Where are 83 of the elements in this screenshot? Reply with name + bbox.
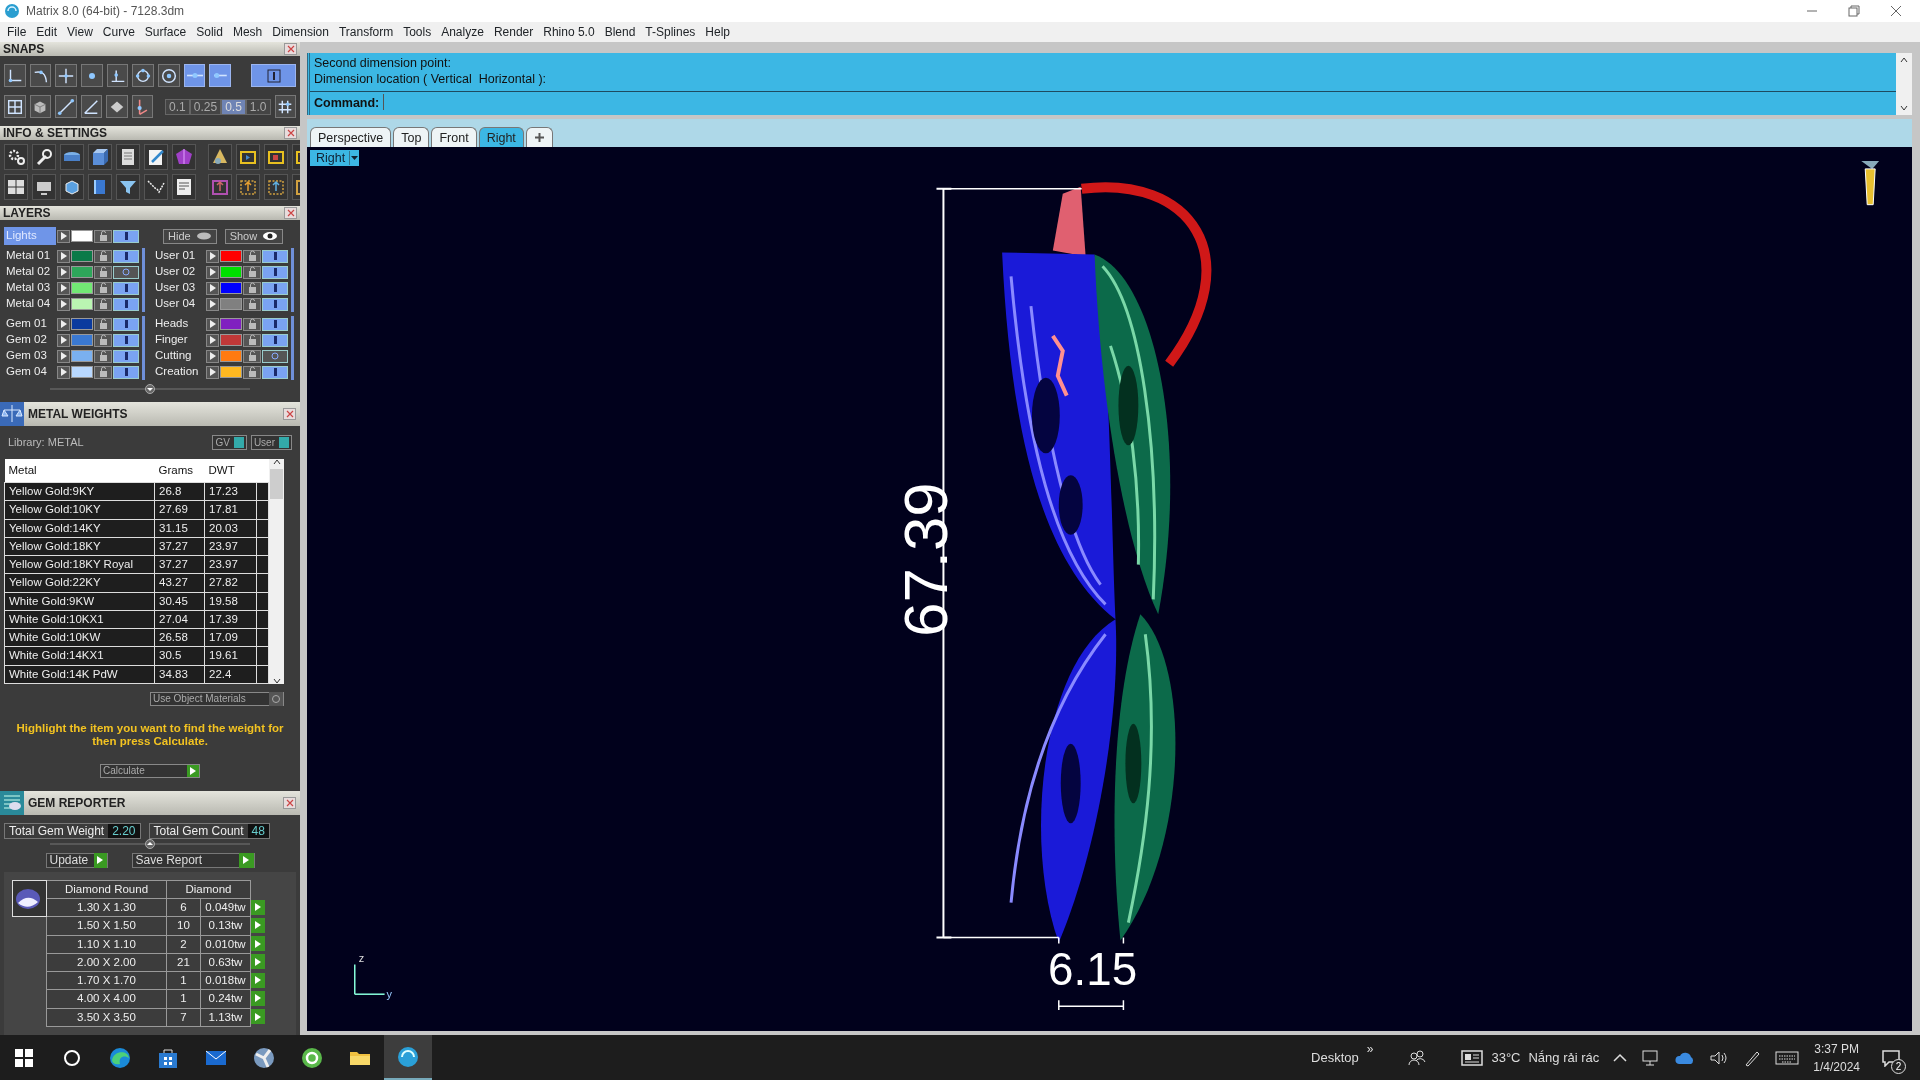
menu-item[interactable]: Rhino 5.0 — [538, 23, 600, 41]
layer-name[interactable]: Metal 01 — [4, 247, 56, 265]
layer-name[interactable]: User 02 — [153, 263, 205, 281]
table-cell: Yellow Gold:9KY — [4, 482, 155, 501]
command-history-line: Dimension location ( Vertical Horizontal ): — [314, 71, 548, 87]
clock-date[interactable]: 1/4/2024 — [1813, 1057, 1860, 1076]
menu-item[interactable]: Solid — [191, 23, 228, 41]
menu-item[interactable]: Render — [488, 23, 539, 41]
hint-text: Highlight the item you want to find the weight for then press Calculate. — [16, 721, 284, 748]
axis-label: z — [358, 952, 365, 965]
layer-name[interactable]: Heads — [153, 315, 205, 333]
layer-name[interactable]: Metal 03 — [4, 279, 56, 297]
menu-item[interactable]: Edit — [31, 23, 63, 41]
command-prompt: Command: — [314, 95, 380, 113]
layer-name[interactable]: Metal 04 — [4, 295, 56, 313]
command-history-line: Second dimension point: — [314, 55, 452, 71]
calculate-button[interactable]: Calculate — [100, 763, 200, 778]
panel-title: LAYERS — [3, 205, 52, 222]
layer-name[interactable]: Creation — [153, 363, 205, 381]
menu-item[interactable]: Tools — [398, 23, 437, 41]
panel-title: GEM REPORTER — [28, 794, 127, 812]
viewport-tab[interactable]: Top — [393, 127, 430, 147]
layer-name[interactable]: Gem 02 — [4, 331, 56, 349]
column-header: Diamond Round — [46, 880, 167, 899]
menu-item[interactable]: Blend — [599, 23, 641, 41]
column-header[interactable]: Metal — [4, 458, 155, 483]
increment-button[interactable]: 0.25 — [189, 98, 222, 115]
table-cell: 26.8 — [154, 482, 205, 501]
notification-count: 2 — [1891, 1059, 1906, 1074]
menu-item[interactable]: Surface — [139, 23, 192, 41]
layer-name[interactable]: Cutting — [153, 347, 205, 365]
axis-label: y — [386, 988, 393, 1001]
column-header: Diamond — [166, 880, 251, 899]
viewport-tab[interactable]: Right — [478, 127, 524, 147]
toggle-button[interactable]: GV — [212, 434, 247, 450]
panel-title: METAL WEIGHTS — [28, 406, 129, 423]
total-value: 2.20 — [108, 823, 140, 838]
menu-item[interactable]: File — [2, 23, 32, 41]
layer-name[interactable]: User 03 — [153, 279, 205, 297]
clock-time[interactable]: 3:37 PM — [1814, 1039, 1859, 1058]
column-header[interactable]: DWT — [204, 458, 257, 483]
viewport-tab[interactable]: Front — [431, 127, 477, 147]
menu-item[interactable]: Mesh — [227, 23, 268, 41]
dimension-label: 67.39 — [891, 482, 961, 637]
increment-button[interactable]: 0.1 — [165, 98, 190, 115]
panel-title: INFO & SETTINGS — [3, 125, 108, 142]
increment-button[interactable]: 1.0 — [245, 98, 271, 115]
total-value: 48 — [247, 823, 269, 838]
layer-name[interactable]: Gem 03 — [4, 347, 56, 365]
menu-item[interactable]: Analyze — [436, 23, 489, 41]
dimension-label: 6.15 — [1048, 944, 1138, 996]
total-label: Total Gem Count — [152, 822, 244, 840]
viewport-menu[interactable]: Right — [310, 150, 360, 166]
overflow-chevron[interactable]: » — [1366, 1039, 1374, 1058]
notifications-button[interactable]: 2 — [1874, 1035, 1908, 1080]
desktop-toolbar[interactable]: Desktop — [1311, 1047, 1359, 1068]
menu-item[interactable]: T-Splines — [640, 23, 701, 41]
weather-condition[interactable]: Nắng rải rác — [1528, 1047, 1600, 1068]
total-label: Total Gem Weight — [8, 822, 105, 840]
use-object-materials-toggle[interactable]: Use Object Materials — [150, 691, 284, 706]
hide-button[interactable]: Hide — [163, 228, 217, 244]
viewport-tab[interactable]: Perspective — [310, 127, 392, 147]
save-report-button[interactable]: Save Report — [131, 852, 255, 868]
column-header[interactable]: Grams — [154, 458, 205, 483]
layer-name[interactable]: User 01 — [153, 247, 205, 265]
layer-name[interactable]: Metal 02 — [4, 263, 56, 281]
show-button[interactable]: Show — [224, 228, 284, 244]
toggle-button[interactable]: User — [250, 434, 292, 450]
temperature: 33°C — [1491, 1048, 1521, 1067]
panel-title: SNAPS — [3, 42, 46, 58]
layer-name[interactable]: Finger — [153, 331, 205, 349]
layer-name[interactable]: User 04 — [153, 295, 205, 313]
update-button[interactable]: Update — [45, 852, 108, 868]
table-cell: 17.23 — [204, 482, 257, 501]
menu-item[interactable]: View — [62, 23, 98, 41]
window-title: Matrix 8.0 (64-bit) - 7128.3dm — [26, 3, 185, 20]
menu-item[interactable]: Transform — [333, 23, 399, 41]
library-label: Library: METAL — [8, 435, 85, 450]
layer-name[interactable]: Gem 04 — [4, 363, 56, 381]
menu-item[interactable]: Help — [700, 23, 736, 41]
menu-item[interactable]: Dimension — [267, 23, 334, 41]
menu-item[interactable]: Curve — [97, 23, 140, 41]
layer-name[interactable]: Gem 01 — [4, 315, 56, 333]
